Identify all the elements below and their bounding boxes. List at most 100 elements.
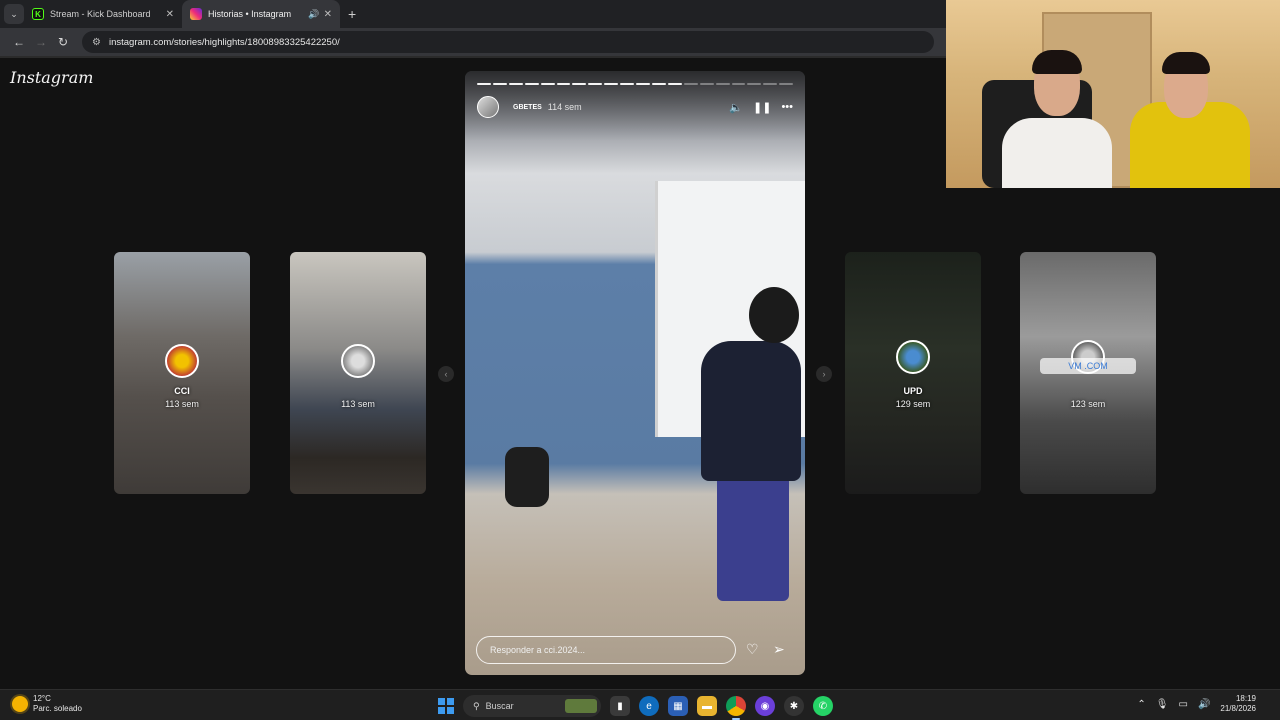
progress-segment <box>620 83 635 85</box>
system-tray: ⌃ 🎙 ▭ 🔊 18:19 21/8/2026 <box>1137 694 1256 714</box>
link-sticker: VM .COM <box>1040 358 1136 374</box>
story-controls: 🔈 ❚❚ ••• <box>729 101 793 114</box>
highlight-thumbnail[interactable]: UPD 129 sem <box>845 252 981 494</box>
tab-strip: ⌄ K Stream - Kick Dashboard ✕ Historias … <box>0 0 946 28</box>
highlight-label: CCI <box>174 386 190 396</box>
highlight-thumbnail[interactable]: VM .COM 123 sem <box>1020 252 1156 494</box>
progress-segment <box>524 83 539 85</box>
progress-segment <box>779 83 794 85</box>
weather-text: 12°C Parc. soleado <box>33 694 82 714</box>
progress-segment <box>731 83 746 85</box>
progress-segment <box>636 83 650 85</box>
highlight-avatar <box>341 344 375 378</box>
progress-segment <box>715 83 730 85</box>
story-image-person-legs <box>717 471 789 601</box>
clock[interactable]: 18:19 21/8/2026 <box>1220 694 1256 714</box>
tray-expand-icon[interactable]: ⌃ <box>1137 699 1145 710</box>
progress-segment <box>763 83 778 85</box>
send-icon[interactable]: ➢ <box>773 641 785 658</box>
search-icon: ⚲ <box>473 700 480 711</box>
file-explorer-icon[interactable]: ▬ <box>697 696 717 716</box>
story-header: GBETES 114 sem 🔈 ❚❚ ••• <box>477 95 793 119</box>
webcam-overlay <box>946 0 1280 188</box>
story-image-person <box>701 341 801 481</box>
back-icon[interactable]: ← <box>8 35 30 49</box>
app-icon[interactable]: ✱ <box>784 696 804 716</box>
tab-kick-dashboard[interactable]: K Stream - Kick Dashboard ✕ <box>24 0 182 28</box>
story-image-person-head <box>749 287 799 343</box>
highlight-label: UPD <box>903 386 923 396</box>
story-viewer[interactable]: GBETES 114 sem 🔈 ❚❚ ••• ♡ ➢ <box>465 71 805 675</box>
site-info-icon[interactable]: ⚙ <box>92 37 101 48</box>
url-text: instagram.com/stories/highlights/1800898… <box>108 36 340 48</box>
more-options-icon[interactable]: ••• <box>781 101 793 113</box>
progress-segment <box>699 83 714 85</box>
toolbar-divider <box>0 56 946 58</box>
taskbar-search[interactable]: ⚲ Buscar <box>463 695 601 717</box>
progress-segment <box>604 83 619 85</box>
search-placeholder: Buscar <box>485 701 514 711</box>
story-avatar[interactable] <box>477 96 499 118</box>
progress-segment <box>477 83 491 85</box>
reply-input[interactable] <box>476 636 736 664</box>
progress-segment <box>572 83 587 85</box>
story-progress-bar <box>477 83 794 85</box>
story-username[interactable]: GBETES <box>513 104 542 111</box>
next-story-icon[interactable]: › <box>816 366 832 382</box>
tab-search-icon[interactable]: ⌄ <box>4 4 24 24</box>
microphone-icon[interactable]: 🎙 <box>1156 699 1169 710</box>
story-time: 114 sem <box>547 102 582 112</box>
tab-title: Historias • Instagram <box>208 9 292 19</box>
display-icon[interactable]: ▭ <box>1179 699 1188 710</box>
progress-segment <box>556 83 571 85</box>
story-image-backpack <box>505 447 549 507</box>
progress-segment <box>651 83 666 85</box>
weather-widget[interactable]: 12°C Parc. soleado <box>12 694 82 714</box>
forward-icon[interactable]: → <box>30 35 52 49</box>
highlight-thumbnail[interactable]: CCI 113 sem <box>114 252 250 494</box>
store-icon[interactable]: ▦ <box>668 696 688 716</box>
progress-segment <box>492 83 507 85</box>
address-bar[interactable]: ⚙ instagram.com/stories/highlights/18008… <box>82 31 934 53</box>
chrome-icon[interactable] <box>726 696 746 720</box>
search-highlight-image <box>565 699 597 713</box>
weather-temp: 12°C <box>33 694 51 703</box>
highlight-time: 129 sem <box>895 399 931 409</box>
progress-segment <box>508 83 523 85</box>
speaker-icon[interactable]: 🔊 <box>1198 699 1210 710</box>
highlight-thumbnail[interactable]: 113 sem <box>290 252 426 494</box>
new-tab-icon[interactable]: + <box>348 6 356 22</box>
tab-instagram-stories[interactable]: Historias • Instagram 🔊 ✕ <box>182 0 340 28</box>
clock-time: 18:19 <box>1235 694 1256 703</box>
close-tab-icon[interactable]: ✕ <box>166 9 174 20</box>
volume-icon[interactable]: 🔈 <box>729 101 743 114</box>
reload-icon[interactable]: ↻ <box>52 35 74 49</box>
highlight-time: 113 sem <box>165 399 199 409</box>
tab-audio-icon[interactable]: 🔊 <box>308 9 319 20</box>
whatsapp-icon[interactable]: ✆ <box>813 696 833 716</box>
kick-favicon-icon: K <box>32 8 44 20</box>
weather-desc: Parc. soleado <box>33 704 82 713</box>
close-tab-icon[interactable]: ✕ <box>324 9 332 20</box>
webcam-person-right-hair <box>1162 52 1210 74</box>
navigation-bar: ← → ↻ ⚙ instagram.com/stories/highlights… <box>0 28 946 56</box>
webcam-person-left-hair <box>1032 50 1082 74</box>
instagram-favicon-icon <box>190 8 202 20</box>
webcam-person-left <box>1002 118 1112 188</box>
progress-segment <box>667 83 682 85</box>
instagram-logo[interactable]: Instagram <box>10 68 93 87</box>
pause-icon[interactable]: ❚❚ <box>753 101 771 114</box>
task-view-icon[interactable]: ▮ <box>610 696 630 716</box>
progress-segment <box>683 83 698 85</box>
progress-segment <box>540 83 555 85</box>
windows-start-icon[interactable] <box>438 698 454 714</box>
obs-icon[interactable]: ◉ <box>755 696 775 716</box>
highlight-avatar <box>165 344 199 378</box>
highlight-time: 123 sem <box>1070 399 1106 409</box>
edge-icon[interactable]: e <box>639 696 659 716</box>
like-heart-icon[interactable]: ♡ <box>746 641 759 658</box>
progress-segment <box>747 83 762 85</box>
previous-story-icon[interactable]: ‹ <box>438 366 454 382</box>
screen: ⌄ K Stream - Kick Dashboard ✕ Historias … <box>0 0 1280 720</box>
highlight-time: 113 sem <box>341 399 375 409</box>
